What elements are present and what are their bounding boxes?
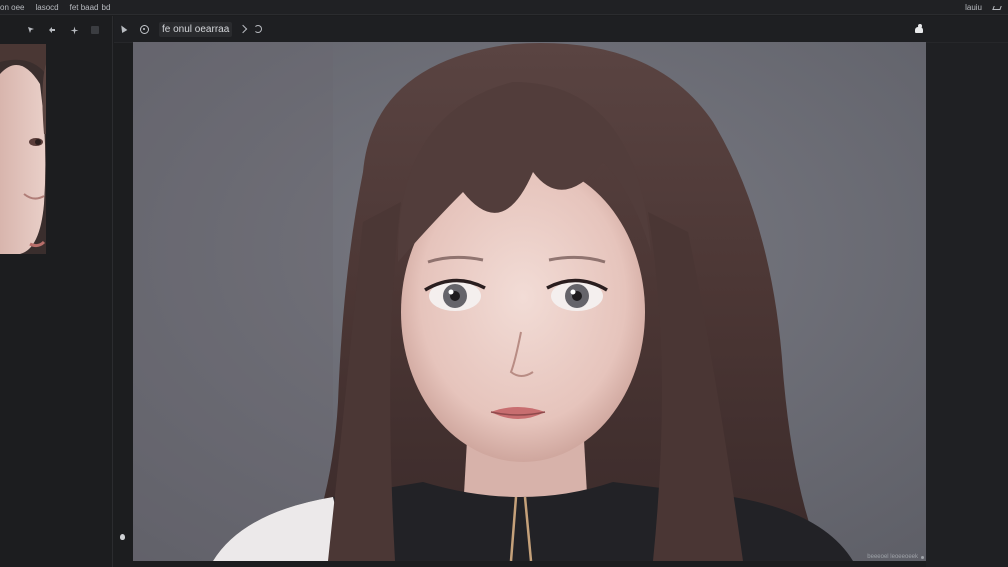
menubar-right-label[interactable]: lauiu	[965, 3, 982, 12]
left-panel	[0, 16, 113, 567]
square-icon[interactable]	[90, 23, 112, 37]
left-toolbar	[0, 16, 112, 44]
image-canvas[interactable]	[133, 42, 926, 561]
collapse-icon[interactable]	[992, 4, 1000, 10]
user-icon[interactable]	[914, 24, 924, 34]
app-window: on oee lasocd fet baad bd lauiu fe onul …	[0, 0, 1008, 567]
menubar-right: lauiu	[965, 3, 1008, 12]
menu-item-4[interactable]: bd	[102, 3, 111, 12]
globe-icon[interactable]	[140, 24, 149, 34]
cursor-icon[interactable]	[27, 23, 48, 37]
document-title[interactable]: fe onul oearraa	[159, 21, 233, 37]
portrait-image	[133, 42, 926, 561]
menu-item-3[interactable]: fet baad	[70, 3, 99, 12]
pointer-icon[interactable]	[120, 25, 128, 33]
main-area: fe onul oearraa beeeoel leoeeoeek	[114, 16, 1008, 567]
menu-item-2[interactable]: lasocd	[35, 3, 58, 12]
menu-bar: on oee lasocd fet baad bd lauiu	[0, 0, 1008, 15]
move-icon[interactable]	[48, 23, 69, 37]
canvas-status: beeeoel leoeeoeek	[867, 554, 924, 560]
canvas-status-text: beeeoel leoeeoeek	[867, 554, 918, 560]
sparkle-icon[interactable]	[70, 23, 91, 37]
menu-item-1[interactable]: on oee	[0, 3, 24, 12]
thumbnail-image[interactable]	[0, 44, 46, 254]
status-dot-icon	[921, 555, 924, 559]
refresh-icon[interactable]	[254, 25, 263, 33]
thumbnail-list	[0, 44, 112, 260]
bell-icon[interactable]	[120, 534, 125, 540]
main-toolbar: fe onul oearraa	[114, 16, 1008, 43]
right-gutter	[926, 43, 1008, 567]
chevron-right-icon[interactable]	[239, 24, 248, 34]
